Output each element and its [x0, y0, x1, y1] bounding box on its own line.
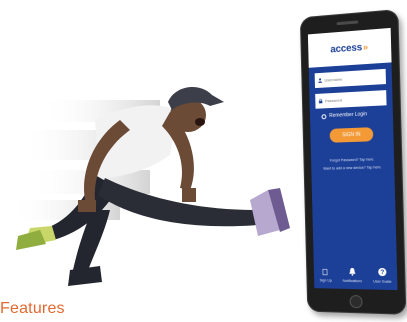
home-button[interactable] — [349, 294, 363, 309]
nav-user-guide-label: User Guide — [373, 279, 392, 284]
nav-notifications[interactable]: Notifications — [342, 267, 362, 283]
username-field[interactable] — [314, 68, 387, 89]
phone-mockup: access » Remember Login — [299, 8, 407, 315]
help-icon: ? — [377, 267, 387, 276]
nav-notifications-label: Notifications — [342, 278, 363, 284]
logo-arrows-icon: » — [362, 41, 369, 53]
access-logo: access — [330, 41, 363, 55]
remember-radio[interactable] — [321, 113, 327, 119]
signup-icon — [322, 269, 329, 276]
bottom-nav: Sign Up Notifications ? User Guide — [313, 249, 397, 284]
password-input[interactable] — [322, 92, 385, 106]
features-heading: Features — [0, 300, 65, 317]
app-header: access » — [307, 27, 392, 68]
nav-user-guide[interactable]: ? User Guide — [373, 267, 392, 284]
remember-login-label: Remember Login — [329, 111, 368, 119]
username-input[interactable] — [322, 71, 384, 86]
promo-stage: Features access » Username Remember Logi… — [0, 0, 407, 322]
nav-sign-up[interactable]: Sign Up — [319, 269, 332, 283]
add-device-link[interactable]: Want to add a new device? Tap here. — [311, 165, 394, 171]
remember-login-toggle[interactable]: Remember Login — [321, 110, 393, 119]
sign-in-button[interactable]: SIGN IN — [329, 127, 374, 143]
nav-sign-up-label: Sign Up — [319, 278, 332, 283]
password-field[interactable] — [315, 90, 387, 109]
forgot-password-link[interactable]: Forgot Password? Tap here. — [311, 157, 394, 163]
svg-text:?: ? — [380, 269, 384, 276]
app-screen: access » Remember Login — [307, 27, 398, 291]
bell-icon — [349, 267, 355, 276]
jumping-man-illustration — [10, 86, 290, 286]
